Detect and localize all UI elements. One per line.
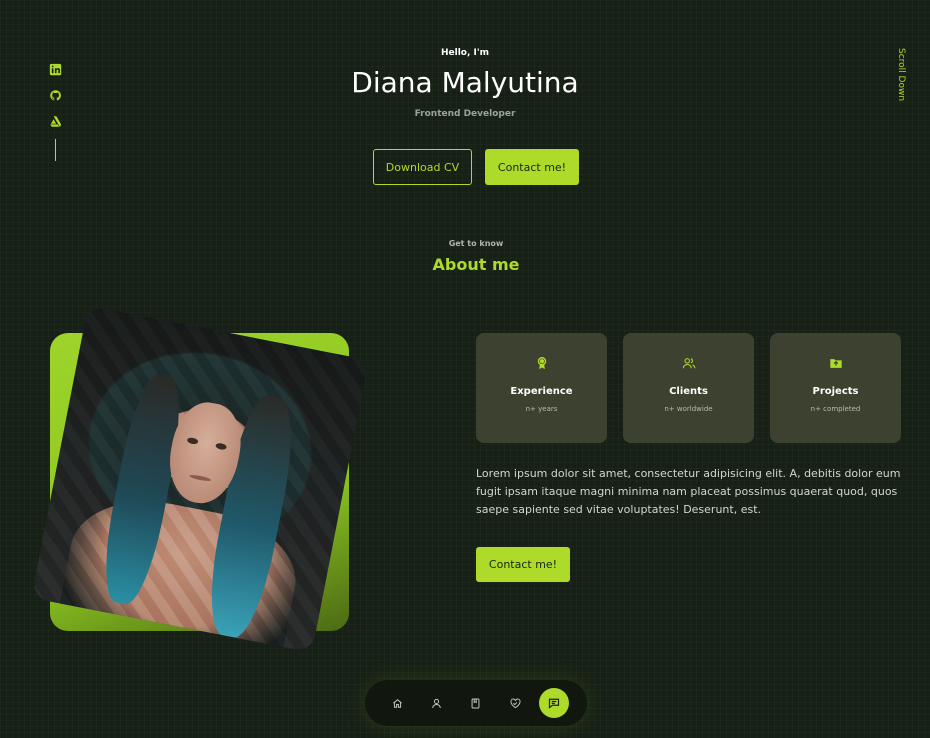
about-contact-button[interactable]: Contact me! xyxy=(476,547,570,582)
social-divider xyxy=(55,139,56,161)
heart-handshake-icon[interactable] xyxy=(505,693,525,713)
contact-me-button[interactable]: Contact me! xyxy=(485,149,579,185)
social-links xyxy=(49,61,63,161)
scroll-down-link[interactable]: Scroll Down xyxy=(890,48,906,108)
card-title: Projects xyxy=(812,386,859,397)
clients-card: Clients n+ worldwide xyxy=(623,333,754,443)
experience-card: Experience n+ years xyxy=(476,333,607,443)
page-title: Diana Malyutina xyxy=(351,66,579,99)
user-icon[interactable] xyxy=(426,693,446,713)
card-subtitle: n+ completed xyxy=(810,405,861,413)
about-title: About me xyxy=(432,255,520,274)
book-icon[interactable] xyxy=(465,693,485,713)
card-title: Clients xyxy=(669,386,708,397)
artstation-icon[interactable] xyxy=(49,113,63,127)
download-cv-button[interactable]: Download CV xyxy=(373,149,472,185)
about-subtitle: Get to know xyxy=(448,239,504,248)
message-icon[interactable] xyxy=(539,688,569,718)
role-subtitle: Frontend Developer xyxy=(414,109,516,119)
linkedin-icon[interactable] xyxy=(49,61,63,76)
about-bio: Lorem ipsum dolor sit amet, consectetur … xyxy=(476,467,901,516)
github-icon[interactable] xyxy=(49,87,63,101)
award-icon xyxy=(535,355,549,370)
home-icon[interactable] xyxy=(387,693,407,713)
profile-photo xyxy=(31,305,369,653)
greeting: Hello, I'm xyxy=(440,48,490,58)
card-subtitle: n+ worldwide xyxy=(664,405,713,413)
card-title: Experience xyxy=(510,386,573,397)
projects-card: Projects n+ completed xyxy=(770,333,901,443)
users-icon xyxy=(682,355,696,369)
card-subtitle: n+ years xyxy=(525,405,558,413)
bottom-nav xyxy=(365,680,587,726)
folder-icon xyxy=(829,355,843,369)
